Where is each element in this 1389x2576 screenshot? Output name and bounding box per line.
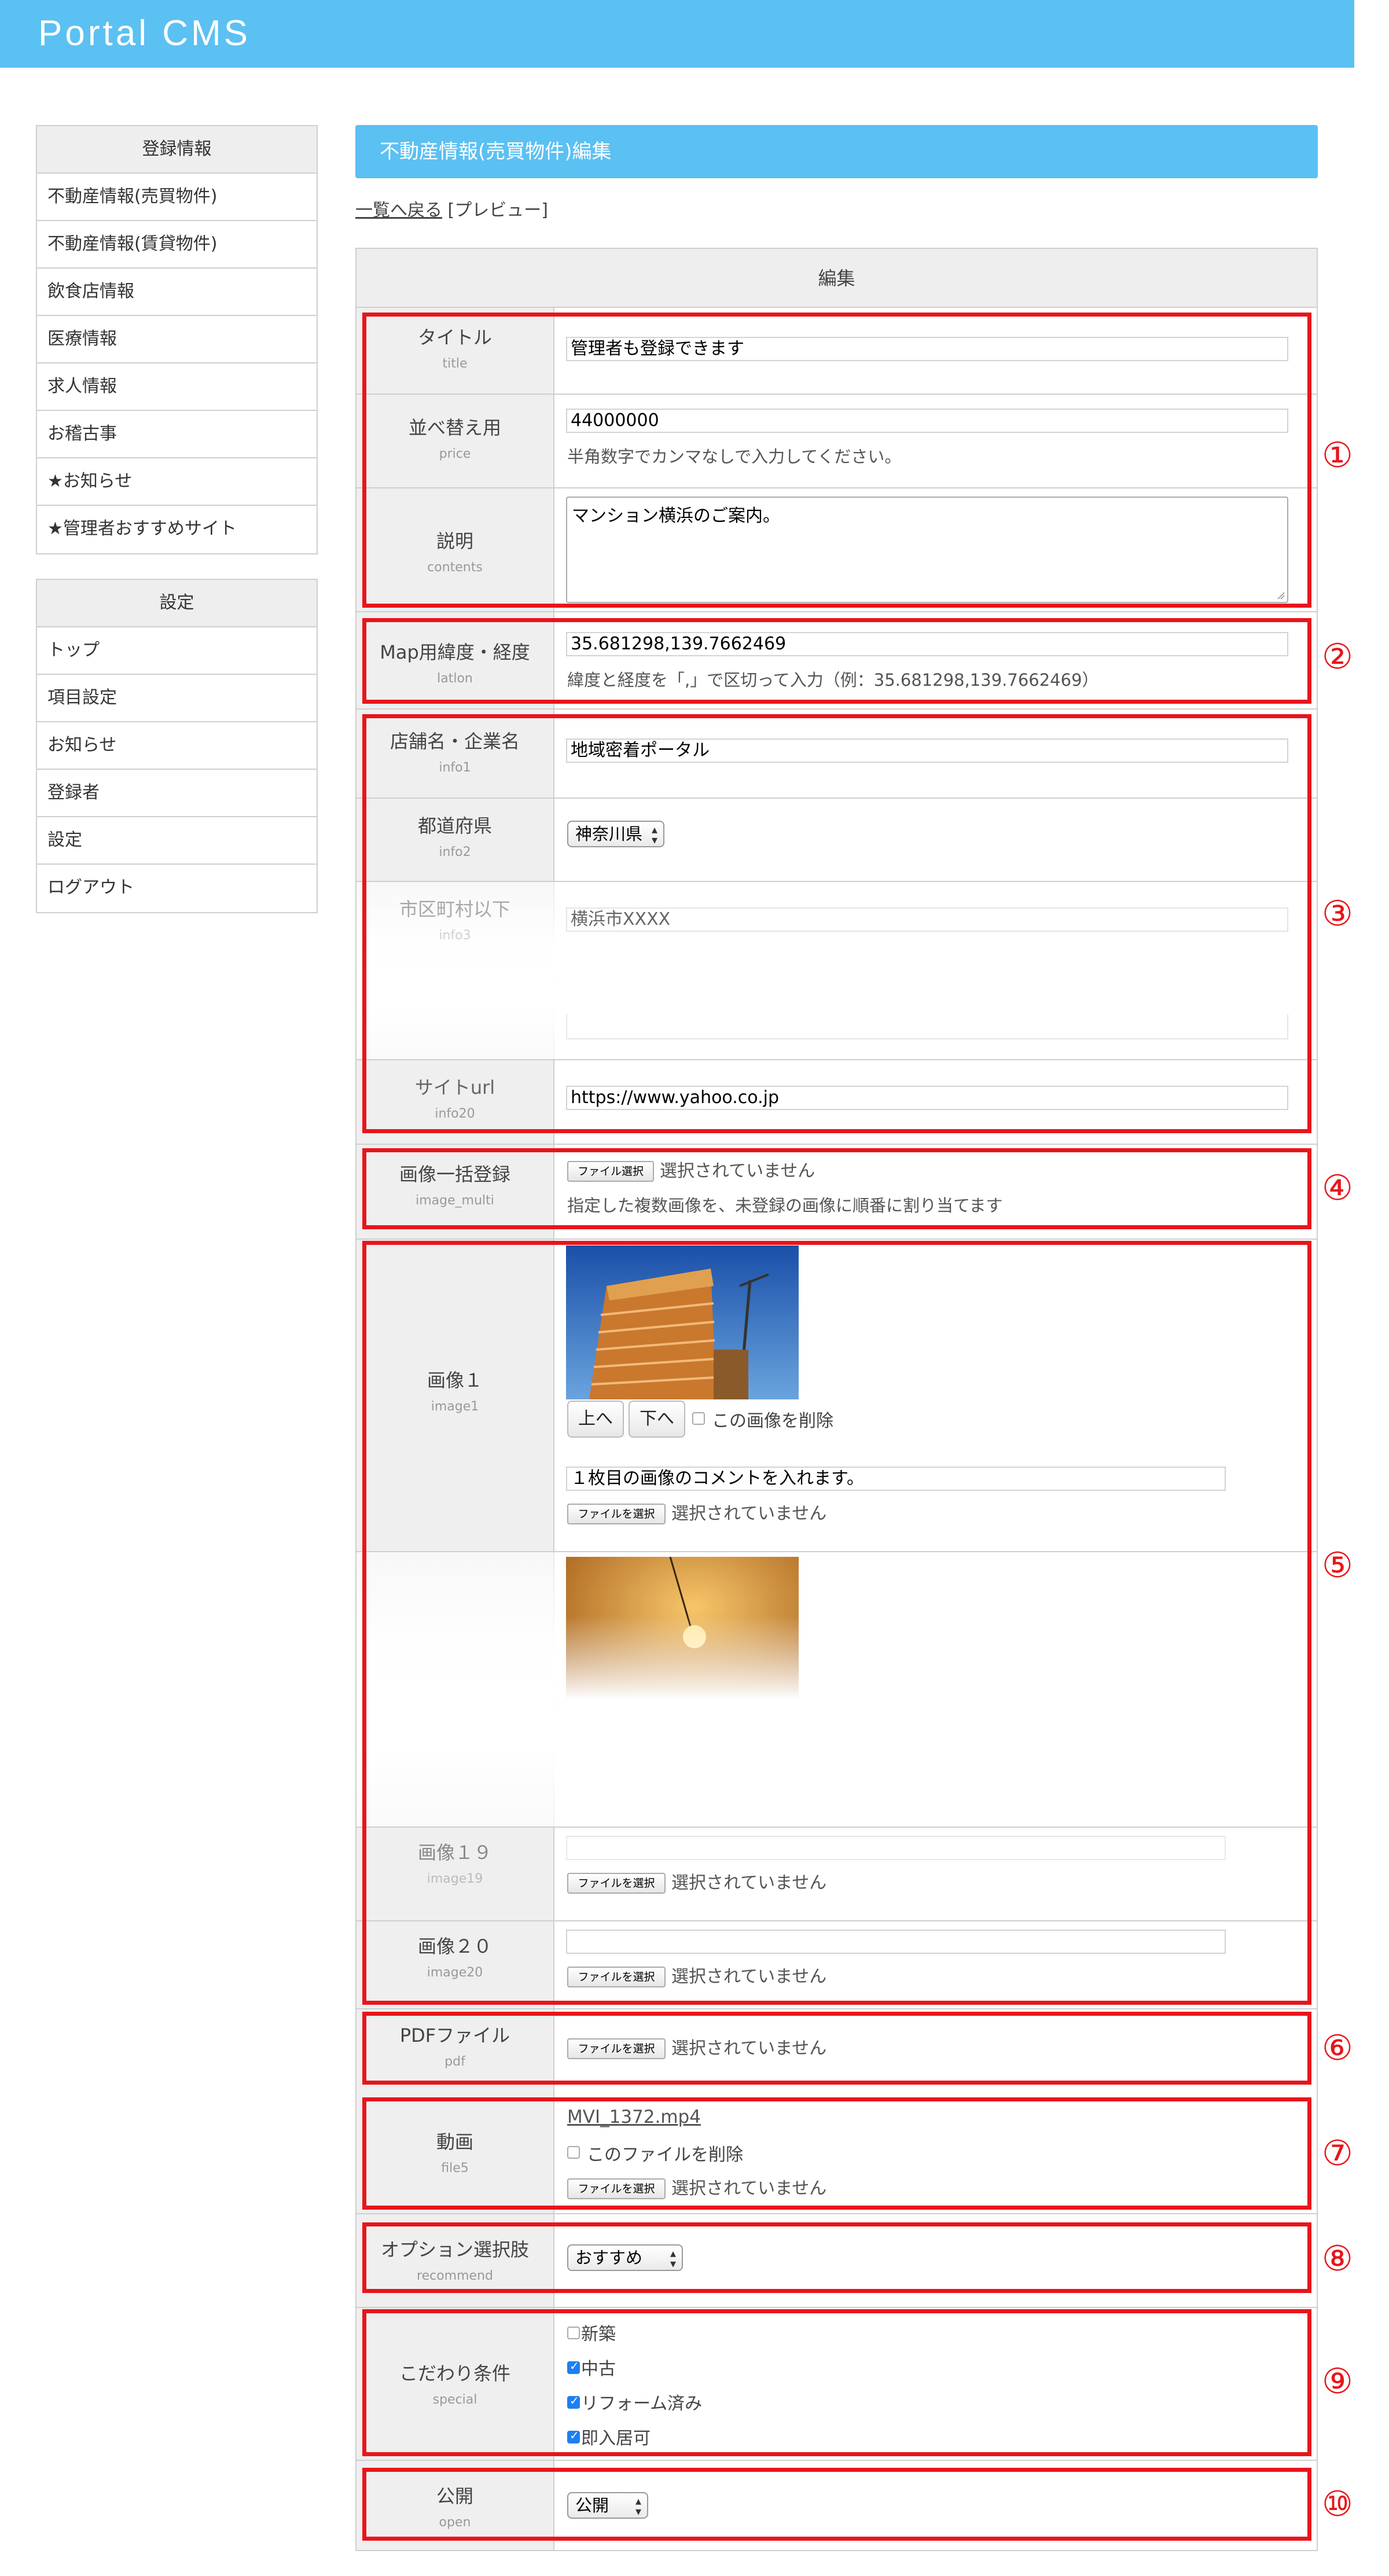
sidebar-settings: 設定 トップ 項目設定 お知らせ 登録者 設定 ログアウト	[36, 579, 318, 913]
sidebar-item-users[interactable]: 登録者	[37, 770, 317, 817]
form-title: 編集	[355, 248, 1318, 308]
annotation-number-7: ⑦	[1322, 2133, 1353, 2174]
sidebar-item-settings[interactable]: 設定	[37, 817, 317, 865]
brand-logo[interactable]: Portal CMS	[38, 13, 251, 54]
top-bar: Portal CMS	[0, 0, 1354, 68]
sidebar-item-notices[interactable]: お知らせ	[37, 722, 317, 770]
back-to-list-link[interactable]: 一覧へ戻る	[355, 200, 442, 221]
annotation-box-7	[362, 2097, 1311, 2210]
annotation-number-2: ②	[1322, 637, 1353, 677]
annotation-box-5	[362, 1241, 1311, 2005]
annotation-box-4	[362, 1148, 1311, 1229]
breadcrumb: 一覧へ戻る [プレビュー]	[355, 196, 548, 221]
sidebar-item-realestate-sale[interactable]: 不動産情報(売買物件)	[37, 174, 317, 221]
page-title: 不動産情報(売買物件)編集	[355, 125, 1318, 178]
sidebar-settings-title: 設定	[37, 580, 317, 627]
sidebar-item-medical[interactable]: 医療情報	[37, 316, 317, 363]
annotation-box-1	[362, 313, 1311, 608]
sidebar-item-field-settings[interactable]: 項目設定	[37, 675, 317, 722]
annotation-number-1: ①	[1322, 435, 1353, 476]
annotation-number-10: ⑩	[1322, 2484, 1353, 2524]
sidebar-item-realestate-rent[interactable]: 不動産情報(賃貸物件)	[37, 221, 317, 269]
annotation-number-6: ⑥	[1322, 2028, 1353, 2068]
sidebar-item-logout[interactable]: ログアウト	[37, 865, 317, 912]
annotation-number-4: ④	[1322, 1168, 1353, 1208]
sidebar-item-news[interactable]: ★お知らせ	[37, 458, 317, 506]
sidebar-item-lessons[interactable]: お稽古事	[37, 411, 317, 458]
annotation-number-5: ⑤	[1322, 1545, 1353, 1586]
annotation-box-2	[362, 618, 1311, 704]
annotation-box-6	[362, 2012, 1311, 2085]
annotation-box-9	[362, 2309, 1311, 2456]
annotation-number-3: ③	[1322, 894, 1353, 934]
sidebar-item-recommended-sites[interactable]: ★管理者おすすめサイト	[37, 506, 317, 553]
sidebar-item-restaurants[interactable]: 飲食店情報	[37, 269, 317, 316]
sidebar-item-jobs[interactable]: 求人情報	[37, 363, 317, 411]
annotation-box-3	[362, 714, 1311, 1133]
sidebar-item-top[interactable]: トップ	[37, 627, 317, 675]
annotation-box-8	[362, 2222, 1311, 2293]
annotation-number-8: ⑧	[1322, 2239, 1353, 2279]
annotation-box-10	[362, 2468, 1311, 2541]
sidebar-registration-title: 登録情報	[37, 126, 317, 174]
sidebar-registration: 登録情報 不動産情報(売買物件) 不動産情報(賃貸物件) 飲食店情報 医療情報 …	[36, 125, 318, 554]
annotation-number-9: ⑨	[1322, 2361, 1353, 2402]
preview-link[interactable]: [プレビュー]	[448, 200, 548, 221]
